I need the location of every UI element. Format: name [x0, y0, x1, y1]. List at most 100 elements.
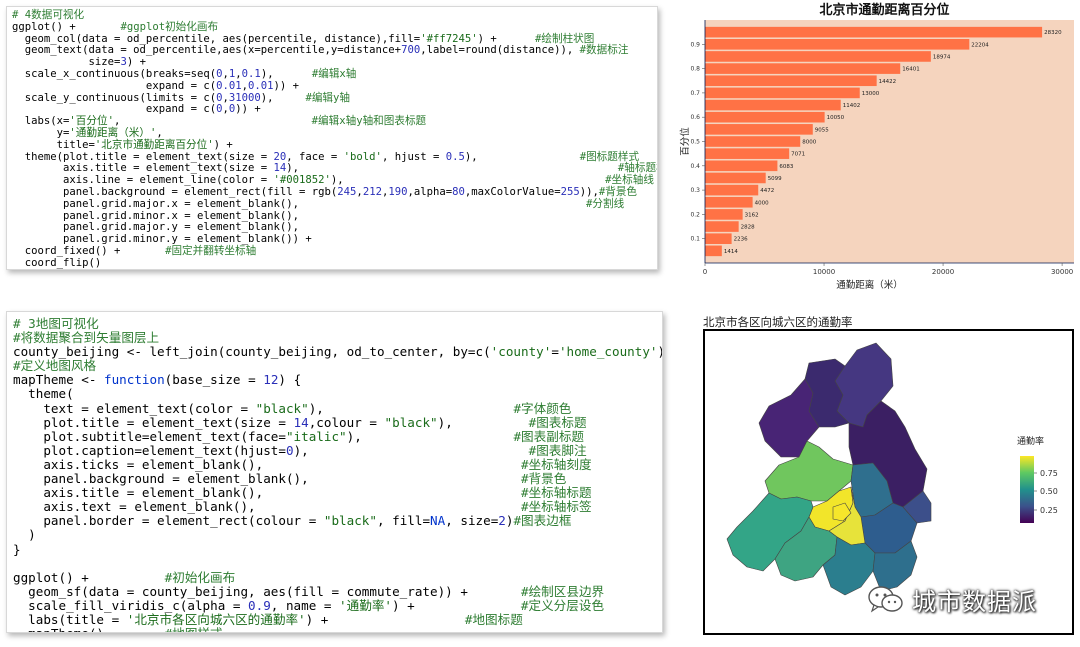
bar-data-label: 1414 [724, 249, 738, 255]
code-token: #编辑y轴 [305, 91, 350, 104]
code-token: ,alpha= [407, 185, 453, 198]
code-token: ), [308, 400, 514, 416]
bar [705, 245, 722, 257]
code-token: ) { [278, 372, 302, 388]
code-token: ) + [213, 138, 233, 151]
code-line: panel.grid.major.x = element_blank(), #分… [12, 198, 624, 210]
code-token: 12 [263, 372, 279, 388]
code-token: # 3地图可视化 [13, 316, 99, 331]
code-token: panel.border = element_rect(colour = [13, 513, 324, 529]
code-line: county_beijing <- left_join(county_beiji… [13, 344, 662, 360]
code-line: axis.title = element_text(size = 14), #轴… [12, 162, 657, 175]
code-token: text = element_text(color = [13, 400, 256, 416]
code-token: )) + [273, 79, 300, 92]
x-tick-label: 30000 [1051, 268, 1073, 276]
code-line: # 3地图可视化 [13, 316, 99, 331]
code-token: ,colour = [308, 414, 385, 430]
code-token: #地图样式 [165, 626, 223, 632]
code-line: size=3) + [12, 56, 146, 68]
x-tick-label: 0 [703, 268, 707, 276]
code-token: 14 [273, 162, 287, 175]
bar [705, 184, 759, 196]
code-token: mapTheme <- [13, 372, 104, 388]
bar [705, 87, 860, 99]
code-line: geom_col(data = od_percentile, aes(perce… [12, 32, 595, 45]
code-token: , size= [445, 513, 499, 529]
code-token: # 4数据可视化 [12, 9, 85, 21]
code-token: 0.1 [241, 67, 261, 80]
code-token: mapTheme() [13, 626, 165, 632]
y-tick-label: 0.5 [690, 139, 700, 146]
code-token: 245 [337, 185, 357, 198]
code-line: geom_text(data = od_percentile,aes(x=per… [12, 44, 629, 56]
code-line: #将数据聚合到矢量图层上 [13, 330, 159, 345]
code-token: geom_sf(data = county_beijing, aes(fill … [13, 583, 521, 599]
code-line: theme(plot.title = element_text(size = 2… [12, 151, 639, 163]
code-token: #坐标轴线 [605, 174, 654, 187]
code-token: #初始化画布 [164, 569, 236, 585]
code-token: size= [12, 56, 121, 69]
code-token: ) + [392, 597, 521, 613]
code-line: } [13, 542, 21, 557]
code-token: labs(title = [13, 611, 127, 627]
code-token: ) + [126, 56, 146, 69]
code-token: #背景色 [521, 471, 567, 487]
code-token: theme( [13, 386, 74, 402]
x-tick-label: 10000 [813, 268, 835, 276]
code-token: title= [12, 138, 95, 151]
legend-tick-label: 0.75 [1040, 469, 1058, 478]
code-token: #定义分层设色 [520, 597, 605, 613]
code-line: coord_flip() [12, 256, 102, 269]
code-token: ), [437, 414, 529, 430]
code-line: plot.caption=element_text(hjust=0), #图表脚… [13, 442, 586, 458]
code-token: coord_flip() [12, 256, 102, 269]
code-token: ), [330, 174, 606, 187]
code-line: theme( [13, 386, 74, 401]
code-line: mapTheme() #地图样式 [13, 626, 223, 632]
code-token: #绘制柱状图 [535, 32, 595, 45]
code-token: , [113, 115, 312, 128]
legend-tick-label: 0.25 [1040, 506, 1058, 515]
code-token: '百分位' [69, 115, 114, 128]
code-token: "black" [384, 414, 438, 430]
code-line: coord_fixed() + #固定并翻转坐标轴 [12, 245, 256, 257]
code-token: ggplot() + [13, 569, 165, 585]
wechat-icon [868, 585, 903, 612]
code-line: #定义地图风格 [13, 358, 96, 373]
code-line: scale_y_continuous(limits = c(0,31000), … [12, 92, 350, 104]
bar [705, 221, 739, 232]
code-line: text = element_text(color = "black"), #字… [13, 401, 571, 416]
code-token: 80 [452, 185, 465, 198]
y-tick-label: 0.8 [690, 66, 700, 73]
bar [705, 26, 1043, 38]
code-token: #编辑x轴 [311, 67, 357, 80]
bar-data-label: 5099 [768, 176, 782, 182]
code-token: , fill= [376, 513, 431, 529]
code-token: #字体颜色 [513, 400, 572, 416]
code-line: labs(title = '北京市各区向城六区的通勤率') + #地图标题 [13, 612, 523, 627]
code-token: , name = [270, 597, 340, 613]
bar-data-label: 6083 [779, 164, 793, 170]
code-token: ), [346, 428, 514, 444]
code-token: county_beijing <- left_join(county_beiji… [13, 344, 491, 360]
code-token: y= [12, 126, 70, 139]
code-line: # 4数据可视化 [12, 9, 84, 21]
bar-data-label: 9055 [815, 127, 829, 133]
code-token: ) [13, 527, 36, 543]
code-token: ), [260, 91, 306, 104]
code-token: labs(x= [12, 115, 70, 128]
code-token: panel.grid.minor.y = element_blank()) + [12, 233, 312, 246]
x-axis-label: 通勤距离（米） [836, 279, 903, 291]
bar [705, 39, 970, 50]
bar [705, 124, 813, 135]
code-token: , hjust = [381, 150, 446, 163]
code-token: #ggplot初始化画布 [120, 20, 219, 33]
code-token: panel.background = element_blank(), [13, 471, 521, 487]
code-line: panel.grid.minor.y = element_blank()) + [12, 233, 312, 245]
code-token: ), [293, 442, 529, 458]
watermark: 城市数据派 [866, 582, 1037, 617]
code-token: panel.grid.minor.x = element_blank(), [12, 209, 300, 222]
code-token: '#001852' [273, 174, 331, 187]
code-line: axis.title = element_blank(), #坐标轴标题 [13, 485, 591, 500]
code-line: panel.border = element_rect(colour = "bl… [13, 513, 571, 528]
